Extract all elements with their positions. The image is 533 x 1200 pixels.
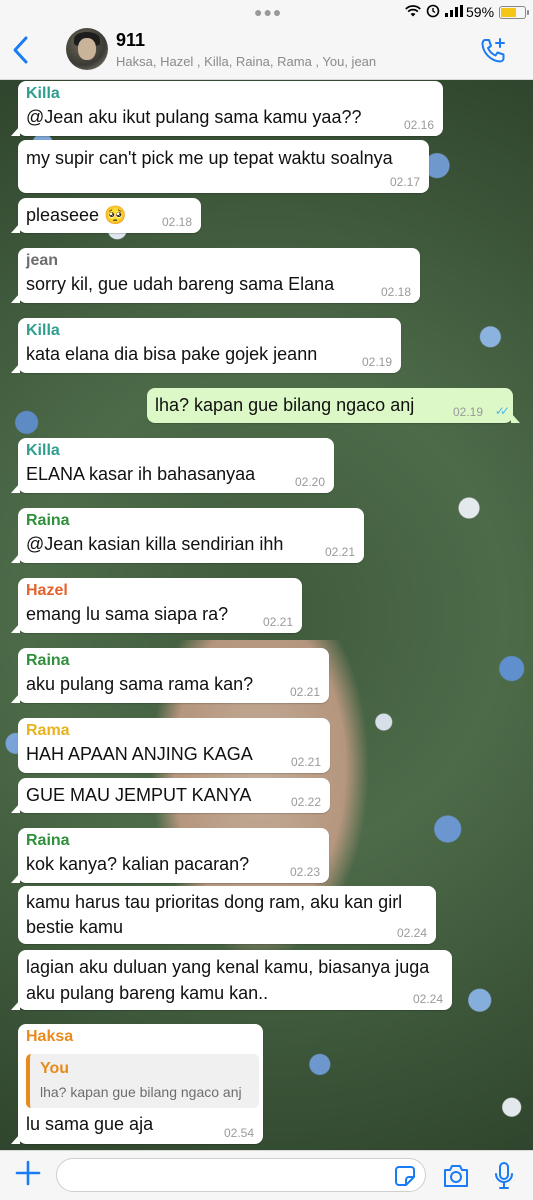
message-bubble[interactable]: Raina aku pulang sama rama kan? 02.21 (11, 648, 329, 703)
message-time: 02.18 (161, 215, 192, 229)
plus-icon[interactable] (14, 1159, 42, 1187)
sender-name: Killa (26, 322, 60, 339)
message-text: @Jean kasian killa sendirian ihh (26, 534, 284, 554)
message-time: 02.20 (294, 475, 325, 489)
message-time: 02.21 (289, 685, 320, 699)
message-time: 02.23 (289, 865, 320, 879)
message-text: HAH APAAN ANJING KAGA (26, 744, 253, 764)
quoted-sender: You (40, 1060, 70, 1077)
group-avatar[interactable] (66, 28, 108, 70)
message-bubble-outgoing[interactable]: lha? kapan gue bilang ngaco anj 02.19 ✓✓ (147, 388, 520, 423)
signal-icon (445, 5, 463, 20)
message-text: @Jean aku ikut pulang sama kamu yaa?? (26, 107, 362, 127)
phone-plus-icon[interactable] (478, 36, 508, 66)
message-text: aku pulang sama rama kan? (26, 674, 254, 694)
message-bubble[interactable]: jean sorry kil, gue udah bareng sama Ela… (11, 248, 420, 303)
chat-header: 911 Haksa, Hazel , Killa, Raina, Rama , … (0, 24, 533, 80)
sticker-icon[interactable] (394, 1165, 416, 1187)
battery-percentage: 59% (466, 4, 495, 20)
sender-name: Killa (26, 442, 60, 459)
message-time: 02.21 (262, 615, 293, 629)
message-time: 02.22 (290, 795, 321, 809)
sender-name: Raina (26, 832, 70, 849)
quoted-message[interactable]: You lha? kapan gue bilang ngaco anj (26, 1054, 259, 1108)
message-bubble[interactable]: GUE MAU JEMPUT KANYA 02.22 (11, 778, 330, 813)
message-bubble[interactable]: lagian aku duluan yang kenal kamu, biasa… (11, 950, 452, 1010)
read-receipt-icon: ✓✓ (494, 404, 510, 418)
message-time: 02.19 (452, 405, 483, 419)
message-text: lha? kapan gue bilang ngaco anj (155, 395, 415, 415)
sender-name: jean (26, 252, 59, 269)
message-time: 02.18 (380, 285, 411, 299)
message-text-line1: kamu harus tau prioritas dong ram, aku k… (26, 892, 403, 912)
message-bubble[interactable]: Raina @Jean kasian killa sendirian ihh 0… (11, 508, 364, 563)
message-text: my supir can't pick me up tepat waktu so… (26, 148, 393, 168)
chat-area[interactable]: Killa @Jean aku ikut pulang sama kamu ya… (0, 80, 533, 1150)
sender-name: Killa (26, 85, 60, 102)
message-text-line2: aku pulang bareng kamu kan.. (26, 983, 269, 1003)
message-bubble[interactable]: Killa ELANA kasar ih bahasanyaa 02.20 (11, 438, 334, 493)
sender-name: Hazel (26, 582, 68, 599)
message-bubble[interactable]: my supir can't pick me up tepat waktu so… (18, 140, 429, 193)
group-name[interactable]: 911 (116, 30, 145, 51)
alarm-icon (426, 4, 440, 21)
message-bubble-reply[interactable]: Haksa You lha? kapan gue bilang ngaco an… (11, 1024, 263, 1144)
quoted-text: lha? kapan gue bilang ngaco anj (40, 1084, 242, 1100)
message-time: 02.24 (396, 926, 427, 940)
battery-icon (499, 6, 529, 19)
group-members[interactable]: Haksa, Hazel , Killa, Raina, Rama , You,… (116, 54, 376, 69)
microphone-icon[interactable] (492, 1161, 516, 1191)
battery-level (501, 8, 516, 17)
sender-name: Raina (26, 652, 70, 669)
message-bubble[interactable]: Raina kok kanya? kalian pacaran? 02.23 (11, 828, 329, 883)
message-bubble[interactable]: Killa @Jean aku ikut pulang sama kamu ya… (11, 81, 443, 136)
avatar-face (78, 38, 96, 60)
wifi-icon (405, 4, 421, 21)
input-bar (0, 1150, 533, 1200)
message-bubble[interactable]: Rama HAH APAAN ANJING KAGA 02.21 (18, 718, 330, 773)
sender-name: Haksa (26, 1028, 74, 1045)
message-text-line2: bestie kamu (26, 917, 124, 937)
message-text: kok kanya? kalian pacaran? (26, 854, 250, 874)
message-time: 02.16 (403, 118, 434, 132)
sender-name: Raina (26, 512, 70, 529)
message-text: emang lu sama siapa ra? (26, 604, 229, 624)
message-bubble[interactable]: Hazel emang lu sama siapa ra? 02.21 (11, 578, 302, 633)
sender-name: Rama (26, 722, 70, 739)
message-text: ELANA kasar ih bahasanyaa (26, 464, 256, 484)
chevron-left-icon[interactable] (8, 32, 38, 68)
message-input[interactable] (56, 1158, 426, 1192)
message-text: kata elana dia bisa pake gojek jeann (26, 344, 318, 364)
message-text-line1: lagian aku duluan yang kenal kamu, biasa… (26, 957, 430, 977)
message-time: 02.54 (223, 1126, 254, 1140)
message-text: sorry kil, gue udah bareng sama Elana (26, 274, 335, 294)
message-time: 02.21 (290, 755, 321, 769)
message-time: 02.21 (324, 545, 355, 559)
message-bubble[interactable]: Killa kata elana dia bisa pake gojek jea… (11, 318, 401, 373)
message-time: 02.19 (361, 355, 392, 369)
message-text: GUE MAU JEMPUT KANYA (26, 785, 252, 805)
handle-dots: ●●● (254, 4, 283, 20)
message-text: pleaseee 🥺 (26, 205, 127, 225)
camera-icon[interactable] (442, 1163, 470, 1189)
message-time: 02.17 (389, 175, 420, 189)
message-bubble[interactable]: pleaseee 🥺 02.18 (11, 198, 201, 233)
message-text: lu sama gue aja (26, 1114, 154, 1134)
status-bar: ●●● 59% (0, 0, 533, 24)
message-bubble[interactable]: kamu harus tau prioritas dong ram, aku k… (18, 886, 436, 944)
message-time: 02.24 (412, 992, 443, 1006)
